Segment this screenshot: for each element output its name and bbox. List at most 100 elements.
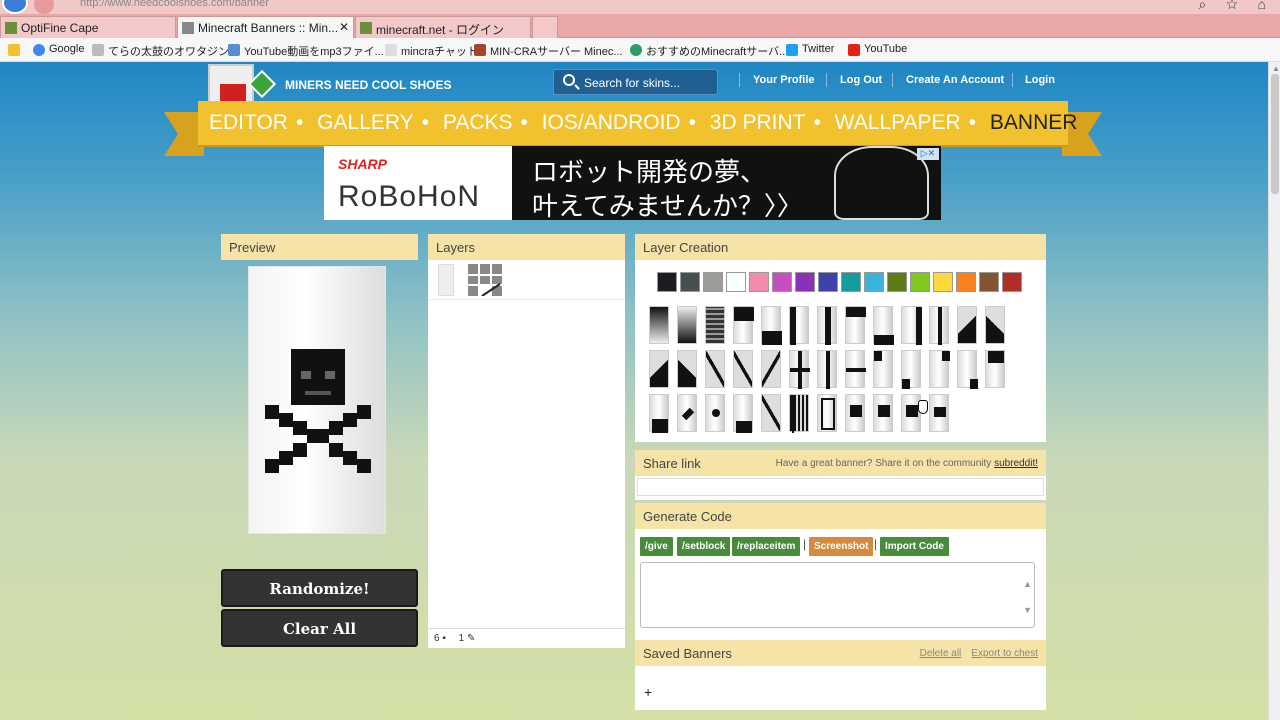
setblock-button[interactable]: /setblock <box>677 537 731 556</box>
create-account-link[interactable]: Create An Account <box>906 74 1004 86</box>
pattern-hline[interactable] <box>845 350 866 388</box>
color-swatch[interactable] <box>841 272 861 292</box>
tab-minecraft-net[interactable]: minecraft.net - ログイン <box>355 16 531 38</box>
color-swatch[interactable] <box>657 272 677 292</box>
tab-banners[interactable]: Minecraft Banners :: Min... ✕ <box>177 16 354 38</box>
pattern-stripes[interactable] <box>789 394 809 433</box>
textarea-scroll-icons[interactable]: ▲ ▼ <box>1023 571 1032 623</box>
color-swatch[interactable] <box>1002 272 1022 292</box>
pattern-bl[interactable] <box>901 350 921 389</box>
pattern-skull[interactable] <box>901 394 921 432</box>
bookmark-tera[interactable]: てらの太鼓のオワタジン <box>92 43 229 59</box>
pattern-bottomstrip[interactable] <box>873 306 894 345</box>
share-link-input[interactable] <box>637 478 1044 496</box>
subreddit-link[interactable]: subreddit! <box>994 458 1038 469</box>
color-swatch[interactable] <box>703 272 723 292</box>
color-swatch[interactable] <box>680 272 700 292</box>
bookmark-youtube[interactable]: YouTube <box>848 43 907 56</box>
page-scrollbar[interactable]: ▲ <box>1268 62 1280 720</box>
pattern-frame[interactable] <box>817 394 837 432</box>
login-link[interactable]: Login <box>1025 74 1055 86</box>
randomize-button[interactable]: Randomize! <box>221 569 418 607</box>
pattern-center[interactable] <box>817 306 837 345</box>
pattern-left[interactable] <box>789 306 809 345</box>
menu-banner[interactable]: BANNER <box>990 111 1078 134</box>
pattern-vline[interactable] <box>817 350 837 389</box>
forward-button[interactable] <box>34 0 54 14</box>
menu-packs[interactable]: PACKS <box>443 111 513 134</box>
pattern-bottomhalf[interactable] <box>761 306 782 345</box>
pattern-tr[interactable] <box>929 350 950 388</box>
menu-3d-print[interactable]: 3D PRINT <box>710 111 806 134</box>
url-field[interactable]: http://www.needcoolshoes.com/banner <box>80 0 269 9</box>
log-out-link[interactable]: Log Out <box>840 74 882 86</box>
layer-item[interactable] <box>428 260 625 300</box>
scroll-thumb[interactable] <box>1271 74 1279 194</box>
pattern-chevron[interactable] <box>985 350 1005 388</box>
menu-ios-android[interactable]: IOS/ANDROID <box>542 111 681 134</box>
screenshot-button[interactable]: Screenshot <box>809 537 874 556</box>
pattern-plus[interactable] <box>789 350 810 389</box>
pattern-vstripe[interactable] <box>929 306 949 345</box>
color-swatch[interactable] <box>749 272 769 292</box>
code-output[interactable]: ▲ ▼ <box>640 562 1035 628</box>
bookmark-twitter[interactable]: Twitter <box>786 43 834 56</box>
color-swatch[interactable] <box>933 272 953 292</box>
close-tab-icon[interactable]: ✕ <box>339 20 349 34</box>
replaceitem-button[interactable]: /replaceitem <box>732 537 801 556</box>
pattern-flower[interactable] <box>845 394 865 432</box>
pattern-curly[interactable] <box>761 394 781 432</box>
pattern-topstrip[interactable] <box>845 306 866 344</box>
pattern-rhombus[interactable] <box>677 394 697 432</box>
pattern-tl[interactable] <box>873 350 893 388</box>
pattern-triR[interactable] <box>677 350 697 388</box>
color-swatch[interactable] <box>818 272 838 292</box>
pattern-border[interactable] <box>733 394 753 433</box>
pattern-slash[interactable] <box>733 350 753 388</box>
pattern-triL[interactable] <box>649 350 669 388</box>
export-chest-link[interactable]: Export to chest <box>971 648 1038 659</box>
pattern-backslash[interactable] <box>761 350 781 388</box>
pattern-grad2[interactable] <box>677 306 697 344</box>
color-swatch[interactable] <box>795 272 815 292</box>
pattern-circle[interactable] <box>705 394 725 432</box>
tab-optifine[interactable]: OptiFine Cape <box>0 16 176 38</box>
color-swatch[interactable] <box>979 272 999 292</box>
bookmark-mp3[interactable]: YouTube動画をmp3ファイ... <box>228 43 384 59</box>
bookmark-min-cra[interactable]: MIN-CRAサーバー Minec... <box>474 43 623 59</box>
site-logo[interactable] <box>208 64 277 104</box>
color-swatch[interactable] <box>956 272 976 292</box>
pattern-creeper[interactable] <box>873 394 893 432</box>
import-code-button[interactable]: Import Code <box>880 537 949 556</box>
pattern-diagR[interactable] <box>985 306 1005 344</box>
pattern-grad[interactable] <box>649 306 669 344</box>
add-saved-banner-button[interactable]: + <box>644 684 652 700</box>
pencil-icon[interactable]: ✎ <box>467 633 475 644</box>
back-button[interactable] <box>2 0 28 14</box>
pattern-tri[interactable] <box>649 394 669 433</box>
toolbar-icons[interactable]: ⌕ ☆ ⌂ <box>1199 0 1275 13</box>
search-input[interactable]: Search for skins... <box>553 69 718 95</box>
bookmark-google[interactable]: Google <box>33 43 84 56</box>
pattern-diagL[interactable] <box>957 306 977 344</box>
menu-wallpaper[interactable]: WALLPAPER <box>835 111 961 134</box>
clear-all-button[interactable]: Clear All <box>221 609 418 647</box>
color-swatch[interactable] <box>910 272 930 292</box>
pattern-tophalf[interactable] <box>733 306 754 344</box>
bookmark-servers[interactable]: おすすめのMinecraftサーバ... <box>630 43 788 59</box>
pattern-cross[interactable] <box>705 350 725 388</box>
scroll-up-icon[interactable]: ▲ <box>1272 64 1280 73</box>
bookmark-mincra-chat[interactable]: mincraチャット <box>385 43 478 59</box>
pattern-mojang[interactable] <box>929 394 949 432</box>
menu-editor[interactable]: EDITOR <box>209 111 288 134</box>
menu-gallery[interactable]: GALLERY <box>317 111 414 134</box>
new-tab-button[interactable] <box>532 16 558 38</box>
color-swatch[interactable] <box>864 272 884 292</box>
adchoices-icon[interactable]: ▷✕ <box>917 148 939 160</box>
pattern-br[interactable] <box>957 350 978 389</box>
color-swatch[interactable] <box>772 272 792 292</box>
pattern-brick[interactable] <box>705 306 725 344</box>
color-swatch[interactable] <box>887 272 907 292</box>
advertisement[interactable]: SHARP RoBoHoN ロボット開発の夢、 叶えてみませんか？〉〉 ▷✕ <box>324 146 941 220</box>
delete-all-link[interactable]: Delete all <box>920 648 962 659</box>
